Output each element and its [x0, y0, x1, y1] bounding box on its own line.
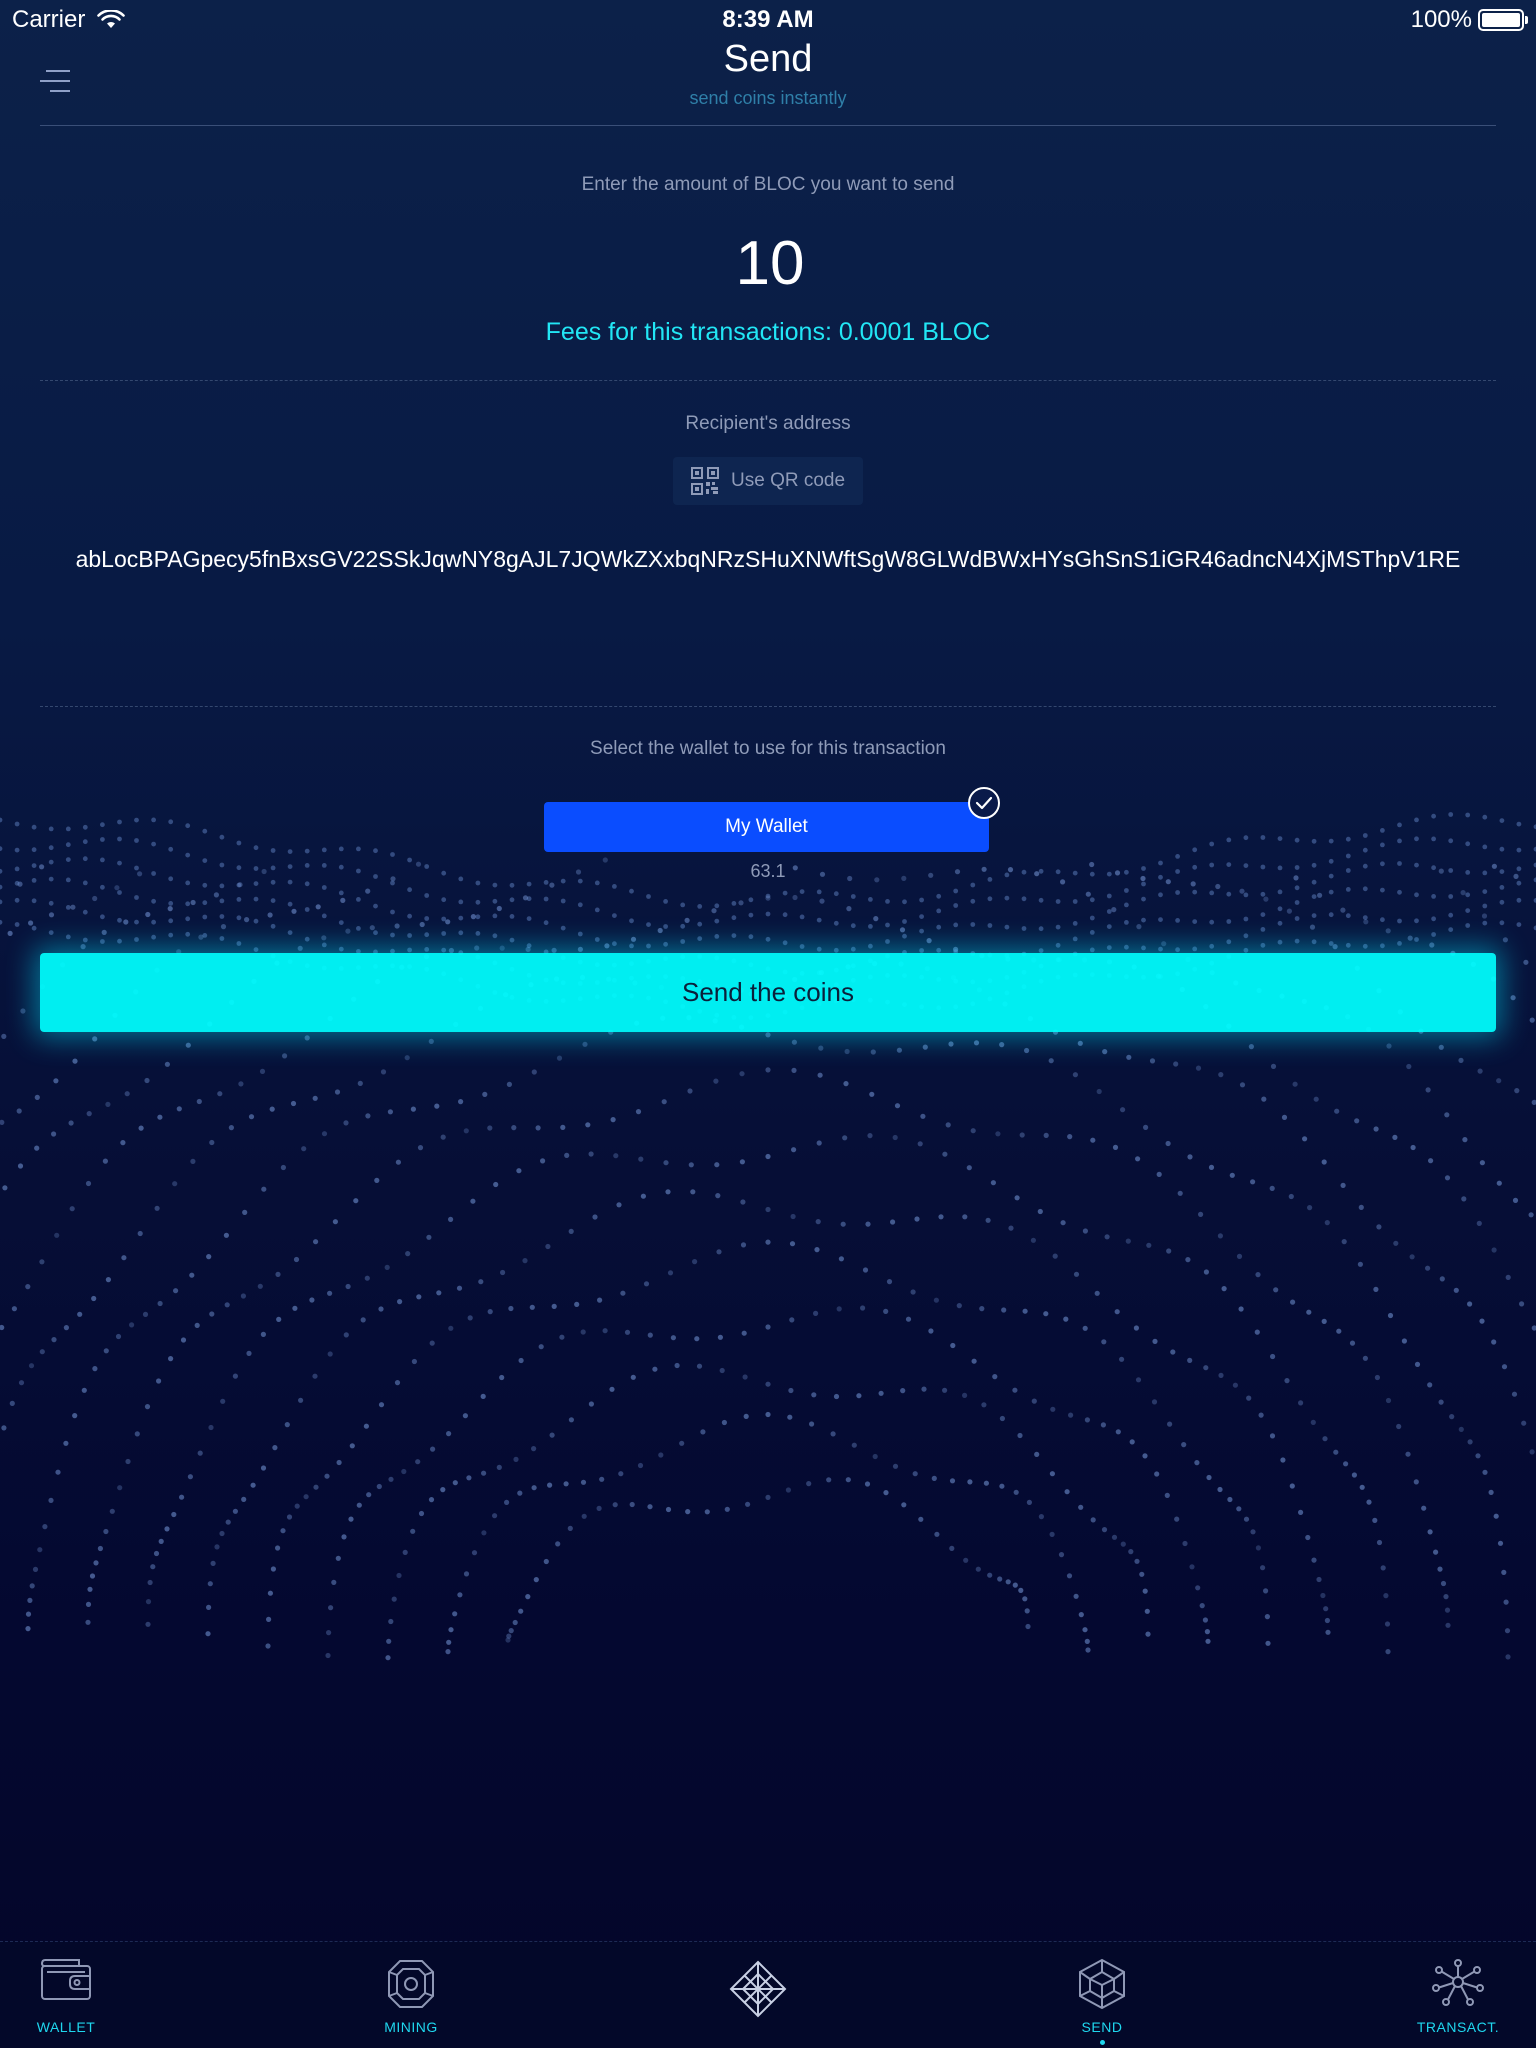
- active-tab-indicator: [1100, 2040, 1105, 2045]
- send-coins-button[interactable]: Send the coins: [40, 953, 1496, 1032]
- fees-label: Fees for this transactions: 0.0001 BLOC: [545, 318, 991, 346]
- section-divider: [40, 380, 1496, 381]
- status-battery: 100%: [1410, 6, 1528, 34]
- tab-label-wallet: WALLET: [36, 2019, 96, 2035]
- wallet-prompt: Select the wallet to use for this transa…: [590, 738, 946, 759]
- tab-send[interactable]: SEND: [1032, 1942, 1172, 2048]
- status-bar: Carrier 8:39 AM 100%: [0, 0, 1536, 40]
- mining-chip-icon: [388, 1960, 434, 2008]
- header-divider: [40, 125, 1496, 126]
- battery-percent: 100%: [1410, 6, 1472, 33]
- selected-check-icon: [968, 787, 1000, 819]
- tab-label-mining: MINING: [384, 2019, 438, 2035]
- amount-input[interactable]: [568, 225, 972, 302]
- tab-home-logo[interactable]: [688, 1942, 828, 2048]
- qr-button-label: Use QR code: [731, 470, 846, 491]
- wallet-option-my-wallet[interactable]: My Wallet: [544, 802, 989, 852]
- send-screen: Carrier 8:39 AM 100% Send send coins ins…: [0, 0, 1536, 2048]
- status-time: 8:39 AM: [722, 6, 814, 33]
- recipient-label: Recipient's address: [685, 413, 851, 434]
- bottom-tab-bar: WALLET MINING SEND TRANSACT.: [0, 1941, 1536, 2048]
- network-icon: [1432, 1959, 1484, 2006]
- qr-code-icon: [691, 467, 719, 495]
- wallet-balance: 63.1: [750, 861, 786, 881]
- amount-prompt: Enter the amount of BLOC you want to sen…: [581, 174, 955, 195]
- diamond-logo-icon: [729, 1960, 787, 2018]
- wallet-icon: [40, 1959, 91, 2000]
- tab-mining[interactable]: MINING: [341, 1942, 481, 2048]
- section-divider: [40, 706, 1496, 707]
- tab-label-send: SEND: [1081, 2019, 1123, 2035]
- page-title: Send: [723, 38, 813, 80]
- tab-wallet[interactable]: WALLET: [0, 1942, 136, 2048]
- tab-transactions[interactable]: TRANSACT.: [1388, 1942, 1528, 2048]
- tab-label-transactions: TRANSACT.: [1416, 2019, 1500, 2035]
- page-subtitle: send coins instantly: [689, 88, 847, 108]
- send-cube-icon: [1079, 1958, 1125, 2010]
- use-qr-code-button[interactable]: Use QR code: [673, 457, 863, 505]
- recipient-address-field[interactable]: abLocBPAGpecy5fnBxsGV22SSkJqwNY8gAJL7JQW…: [40, 546, 1496, 573]
- battery-icon: [1478, 9, 1528, 31]
